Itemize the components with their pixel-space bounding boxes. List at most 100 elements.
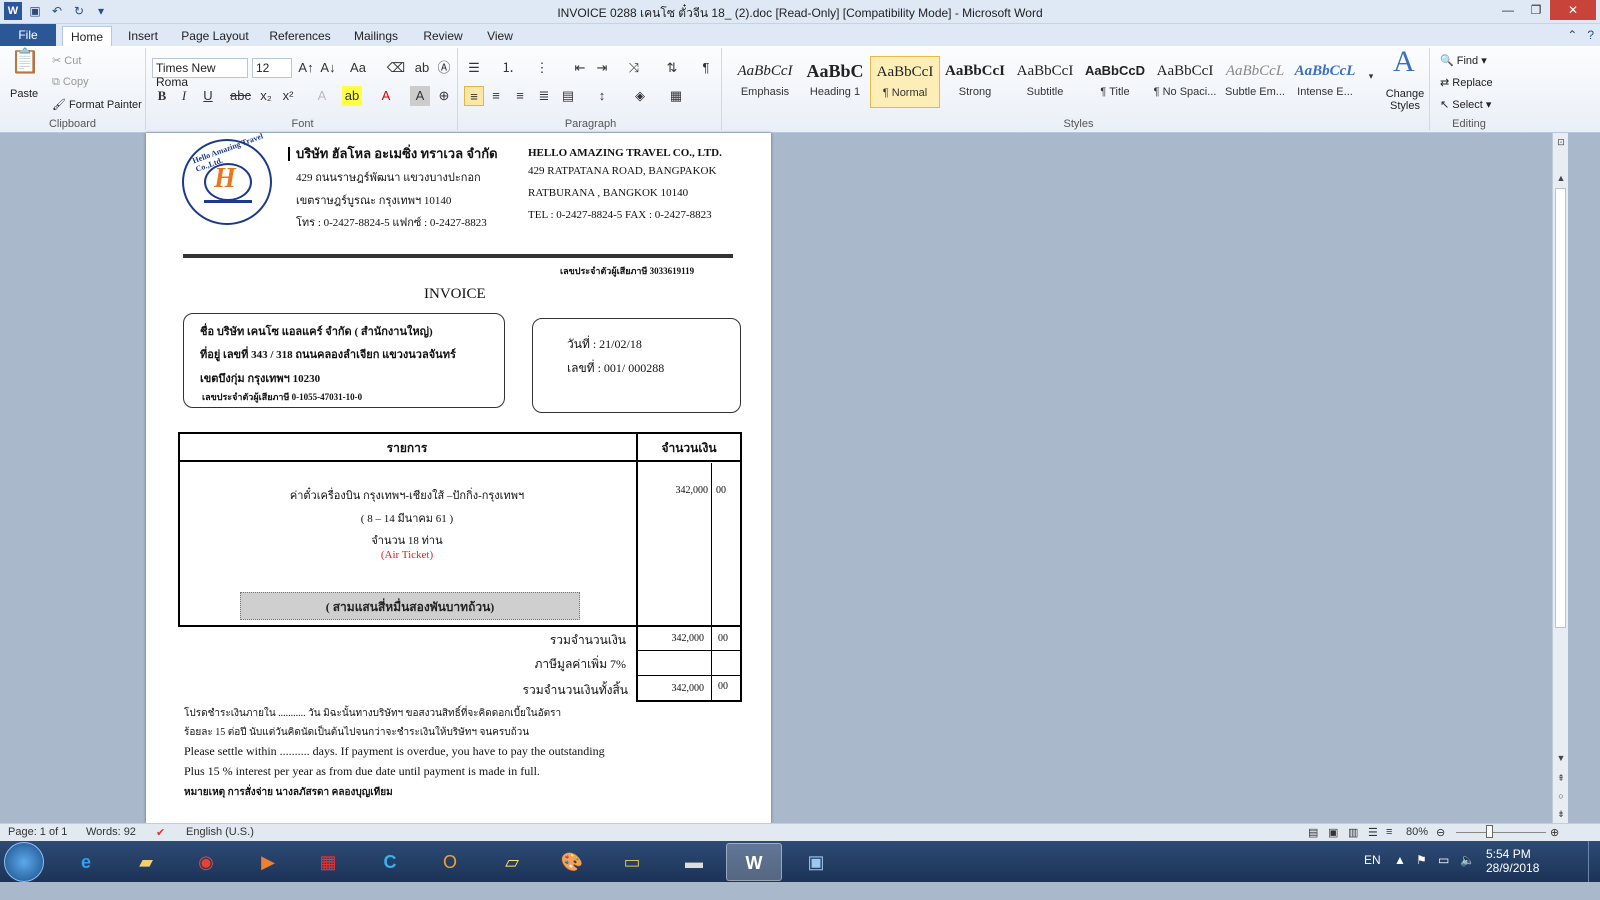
sticky-notes-icon[interactable]: ▱	[484, 843, 540, 881]
full-screen-icon[interactable]: ▣	[1328, 826, 1338, 839]
tab-references[interactable]: References	[264, 26, 336, 46]
style-emphasis[interactable]: AaBbCcI Emphasis	[730, 56, 800, 108]
volume-icon[interactable]: 🔈	[1460, 853, 1475, 867]
flag-icon[interactable]: ⚑	[1416, 853, 1427, 867]
image-viewer-icon[interactable]: ▣	[788, 843, 844, 881]
help-icon[interactable]: ?	[1587, 28, 1594, 42]
superscript-icon[interactable]: x²	[278, 86, 298, 106]
style-title[interactable]: AaBbCcD ¶ Title	[1080, 56, 1150, 108]
show-desktop-button[interactable]	[1588, 841, 1600, 882]
style-normal[interactable]: AaBbCcI ¶ Normal	[870, 56, 940, 108]
zoom-in-icon[interactable]: ⊕	[1550, 826, 1559, 839]
outline-icon[interactable]: ☰	[1368, 826, 1378, 839]
language-indicator[interactable]: English (U.S.)	[186, 826, 254, 838]
change-styles-button[interactable]: Change Styles	[1382, 88, 1428, 112]
sort-icon[interactable]: ⇅	[662, 58, 682, 78]
page-count[interactable]: Page: 1 of 1	[8, 826, 67, 838]
subscript-icon[interactable]: x₂	[256, 86, 276, 106]
web-layout-icon[interactable]: ▥	[1348, 826, 1358, 839]
text-direction-icon[interactable]: ⤨	[624, 58, 644, 78]
next-page-icon[interactable]: ⇟	[1553, 809, 1569, 820]
word-count[interactable]: Words: 92	[86, 826, 136, 838]
zoom-slider[interactable]	[1456, 832, 1546, 833]
cut-button[interactable]: ✂ Cut	[52, 54, 81, 67]
media-player-icon[interactable]: ▶	[240, 843, 296, 881]
tab-file[interactable]: File	[0, 24, 56, 46]
input-language[interactable]: EN	[1364, 853, 1381, 867]
paste-icon[interactable]: 📋	[10, 50, 40, 84]
zoom-level[interactable]: 80%	[1406, 826, 1428, 838]
select-button[interactable]: ↖ Select ▾	[1440, 98, 1491, 111]
italic-icon[interactable]: I	[174, 86, 194, 106]
word-taskbar-icon[interactable]: W	[726, 843, 782, 881]
outlook-icon[interactable]: O	[422, 843, 478, 881]
align-center-icon[interactable]: ≡	[486, 86, 506, 106]
char-shading-icon[interactable]: A	[410, 86, 430, 106]
style-no-spacing[interactable]: AaBbCcI ¶ No Spaci...	[1150, 56, 1220, 108]
browse-object-icon[interactable]: ○	[1553, 791, 1569, 801]
close-button[interactable]: ✕	[1550, 0, 1596, 20]
find-button[interactable]: 🔍 Find ▾	[1440, 54, 1487, 67]
style-intense-emphasis[interactable]: AaBbCcL Intense E...	[1290, 56, 1360, 108]
archive-icon[interactable]: ▭	[604, 843, 660, 881]
numbering-icon[interactable]: ⒈	[498, 58, 518, 78]
font-name-select[interactable]: Times New Roma	[152, 58, 248, 89]
scroll-down-icon[interactable]: ▼	[1553, 753, 1569, 763]
ruler-toggle-icon[interactable]: ⊡	[1553, 137, 1569, 148]
highlight-icon[interactable]: ab	[342, 86, 362, 106]
style-strong[interactable]: AaBbCcI Strong	[940, 56, 1010, 108]
start-button[interactable]	[4, 842, 44, 882]
print-layout-icon[interactable]: ▤	[1308, 826, 1318, 839]
shrink-font-icon[interactable]: A↓	[318, 58, 338, 78]
paint-icon[interactable]: 🎨	[544, 843, 600, 881]
clock[interactable]: 5:54 PM 28/9/2018	[1486, 847, 1556, 875]
network-icon[interactable]: ▭	[1438, 853, 1449, 867]
bold-icon[interactable]: B	[152, 86, 172, 106]
explorer-icon[interactable]: ▰	[118, 843, 174, 881]
borders-icon[interactable]: ▦	[666, 86, 686, 106]
clear-format-icon[interactable]: ⌫	[386, 58, 406, 78]
proofing-icon[interactable]: ✔	[156, 826, 165, 839]
line-spacing-icon[interactable]: ↕	[592, 86, 612, 106]
change-styles-icon[interactable]: A	[1384, 47, 1424, 86]
align-left-icon[interactable]: ≡	[464, 86, 484, 106]
multilevel-list-icon[interactable]: ⋮	[532, 58, 552, 78]
underline-icon[interactable]: U	[198, 86, 218, 106]
change-case-icon[interactable]: Aa	[348, 58, 368, 78]
decrease-indent-icon[interactable]: ⇤	[570, 58, 590, 78]
align-right-icon[interactable]: ≡	[510, 86, 530, 106]
paste-button[interactable]: Paste	[10, 88, 38, 100]
increase-indent-icon[interactable]: ⇥	[592, 58, 612, 78]
ie-icon[interactable]: e	[58, 843, 114, 881]
replace-button[interactable]: ⇄ Replace	[1440, 76, 1493, 89]
scroll-up-icon[interactable]: ▲	[1553, 173, 1569, 183]
cmd-icon[interactable]: ▬	[666, 843, 722, 881]
minimize-button[interactable]: —	[1494, 0, 1522, 20]
grow-font-icon[interactable]: A↑	[296, 58, 316, 78]
styles-scroll-icon[interactable]: ▾	[1364, 66, 1378, 86]
draft-icon[interactable]: ≡	[1386, 826, 1392, 838]
bullets-icon[interactable]: ☰	[464, 58, 484, 78]
c-app-icon[interactable]: C	[362, 843, 418, 881]
vertical-scrollbar[interactable]: ⊡ ▲ ▼ ⇞ ○ ⇟	[1552, 133, 1568, 823]
minimize-ribbon-icon[interactable]: ⌃	[1567, 28, 1577, 42]
char-border-icon[interactable]: Ⓐ	[434, 58, 454, 78]
show-marks-icon[interactable]: ¶	[696, 58, 716, 78]
font-color-icon[interactable]: A	[376, 86, 396, 106]
style-subtle-emphasis[interactable]: AaBbCcL Subtle Em...	[1220, 56, 1290, 108]
style-heading-1[interactable]: AaBbC Heading 1	[800, 56, 870, 108]
strikethrough-icon[interactable]: abc	[230, 86, 251, 106]
prev-page-icon[interactable]: ⇞	[1553, 773, 1569, 784]
tab-view[interactable]: View	[478, 26, 522, 46]
style-subtitle[interactable]: AaBbCcI Subtitle	[1010, 56, 1080, 108]
enclose-char-icon[interactable]: ⊕	[434, 86, 454, 106]
document-page[interactable]: Hello Amazing Travel Co.,Ltd. H บริษัท ฮ…	[146, 133, 771, 823]
format-painter-button[interactable]: 🖌 Format Painter	[52, 98, 142, 111]
tab-home[interactable]: Home	[62, 26, 112, 46]
copy-button[interactable]: ⧉ Copy	[52, 76, 89, 89]
maximize-button[interactable]: ❐	[1522, 0, 1550, 20]
shading-icon[interactable]: ◈	[630, 86, 650, 106]
tray-arrow-icon[interactable]: ▲	[1394, 853, 1406, 867]
chrome-icon[interactable]: ◉	[178, 843, 234, 881]
tab-mailings[interactable]: Mailings	[346, 26, 406, 46]
